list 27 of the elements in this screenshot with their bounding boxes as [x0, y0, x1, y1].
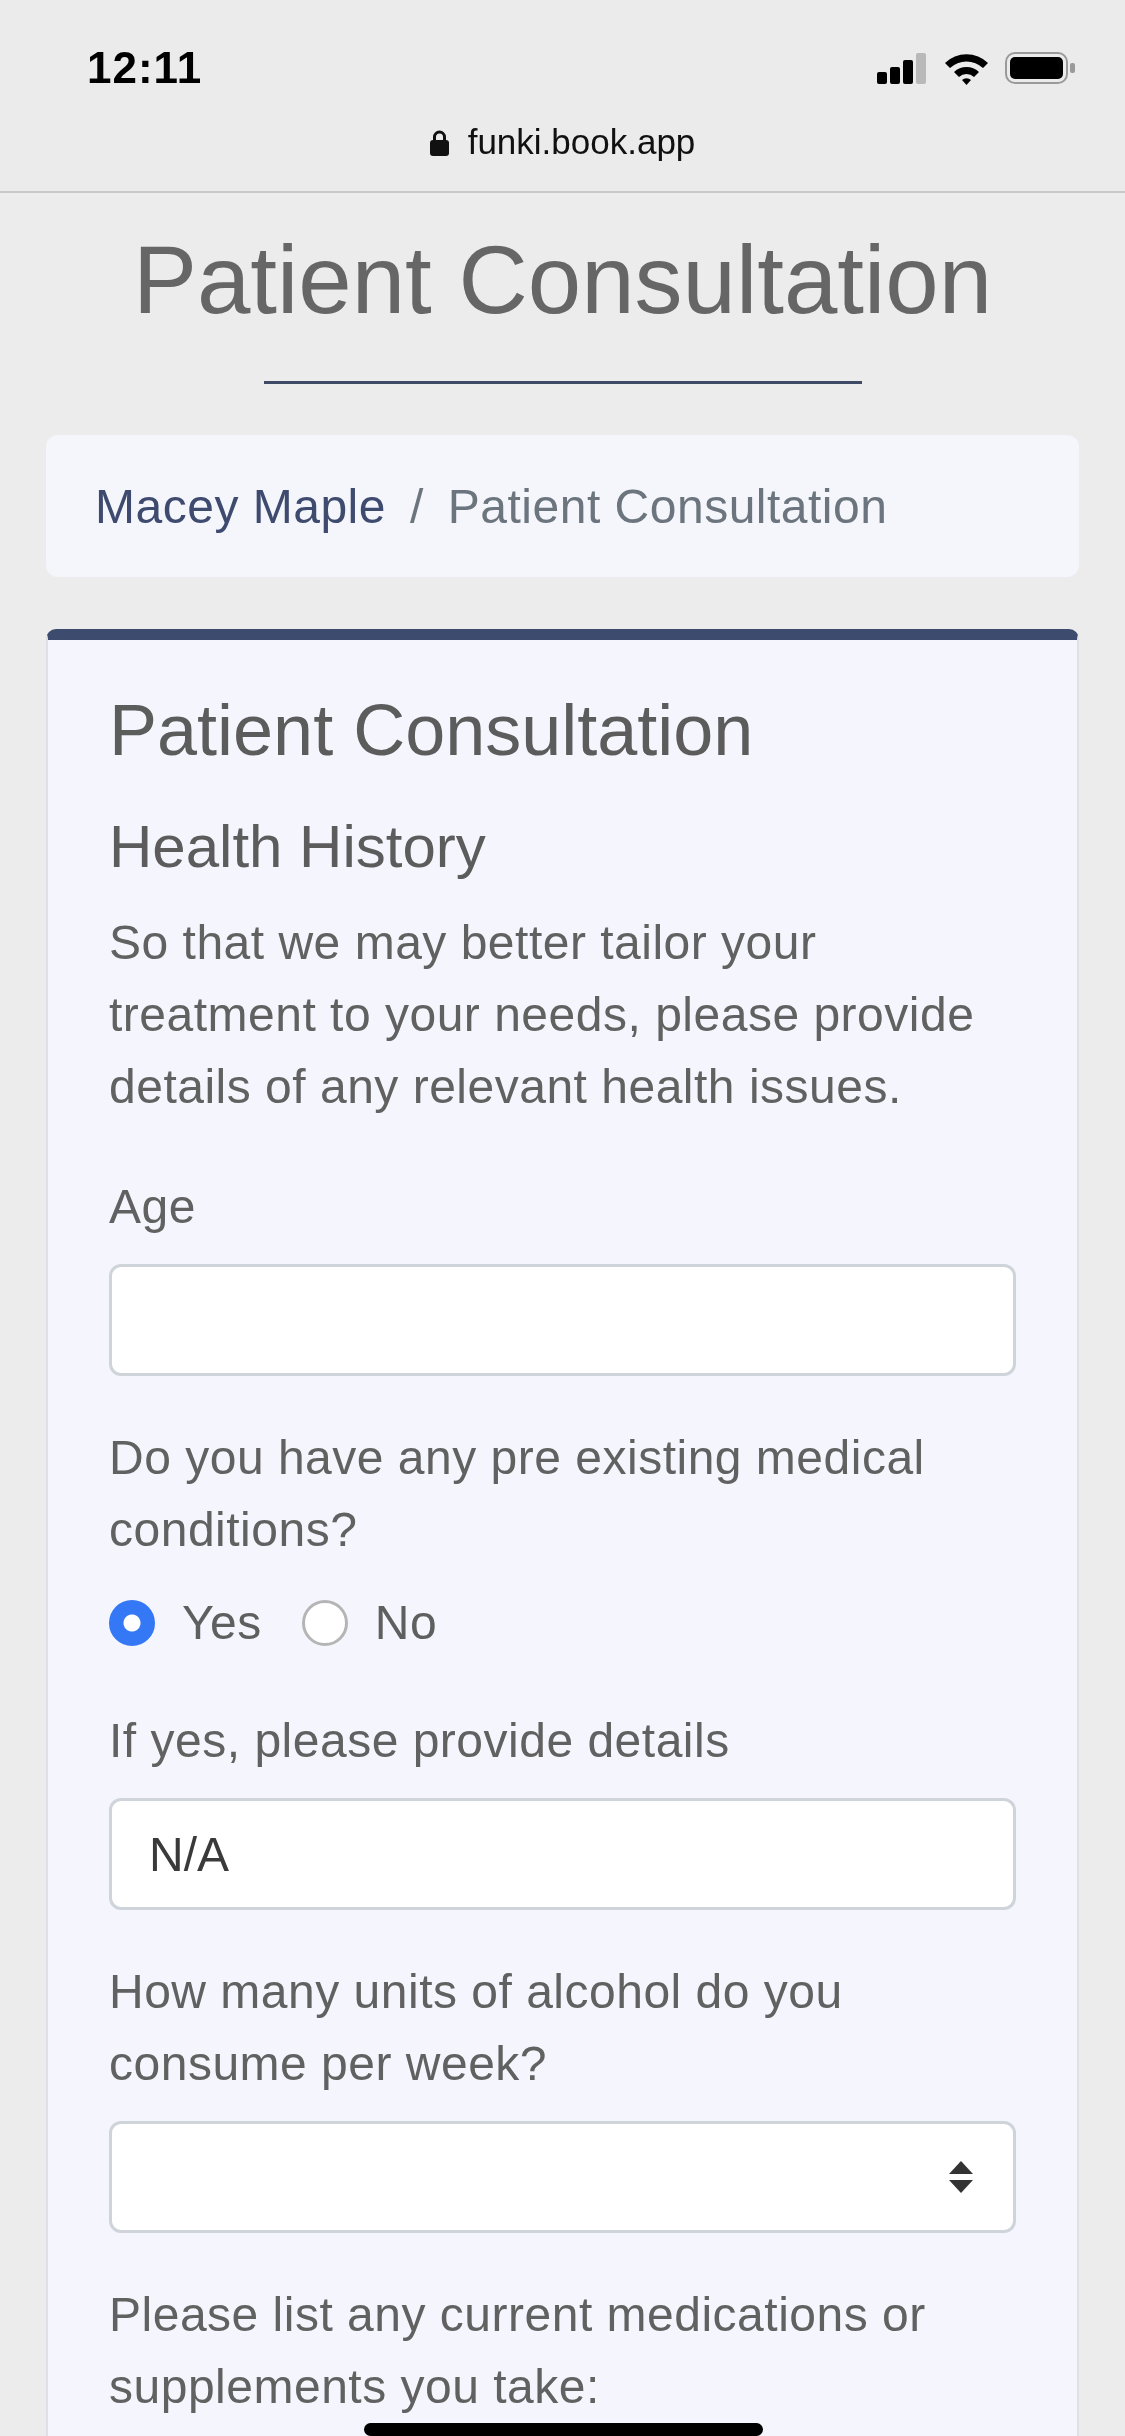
- field-label: Do you have any pre existing medical conditions?: [109, 1430, 926, 1558]
- status-time: 12:11: [87, 43, 203, 93]
- section-heading: Health History: [109, 812, 486, 882]
- signal-icon: [877, 52, 928, 84]
- radio-option[interactable]: Yes: [109, 1587, 262, 1659]
- lock-icon: [429, 128, 449, 156]
- radio-icon[interactable]: [109, 1600, 155, 1646]
- breadcrumb-separator: /: [409, 478, 424, 534]
- page-title: Patient Consultation: [132, 225, 993, 335]
- radio-option[interactable]: No: [301, 1587, 438, 1659]
- battery-icon: [1005, 52, 1075, 84]
- up-down-arrows-icon: [949, 2161, 973, 2193]
- text-input-field[interactable]: [109, 1264, 1016, 1376]
- radio-icon[interactable]: [301, 1600, 348, 1646]
- wifi-icon: [944, 51, 989, 85]
- url-text[interactable]: funki.book.app: [467, 122, 696, 162]
- field-label: Please list any current medications or supplements you take:: [109, 2287, 927, 2415]
- intro-text: So that we may better tailor your treatment to your needs, please provide details of any relevant health issues.: [109, 915, 976, 1115]
- field-label: Age: [109, 1179, 196, 1235]
- text-input-field[interactable]: N/A: [109, 1798, 1016, 1910]
- field-label: If yes, please provide details: [109, 1713, 730, 1769]
- select-field[interactable]: [109, 2121, 1016, 2233]
- card-title: Patient Consultation: [109, 689, 754, 772]
- breadcrumb-current: Patient Consultation: [447, 478, 888, 534]
- field-label: How many units of alcohol do you consume per week?: [109, 1964, 844, 2092]
- home-indicator[interactable]: [364, 2423, 763, 2436]
- breadcrumb-link[interactable]: Macey Maple: [95, 478, 386, 534]
